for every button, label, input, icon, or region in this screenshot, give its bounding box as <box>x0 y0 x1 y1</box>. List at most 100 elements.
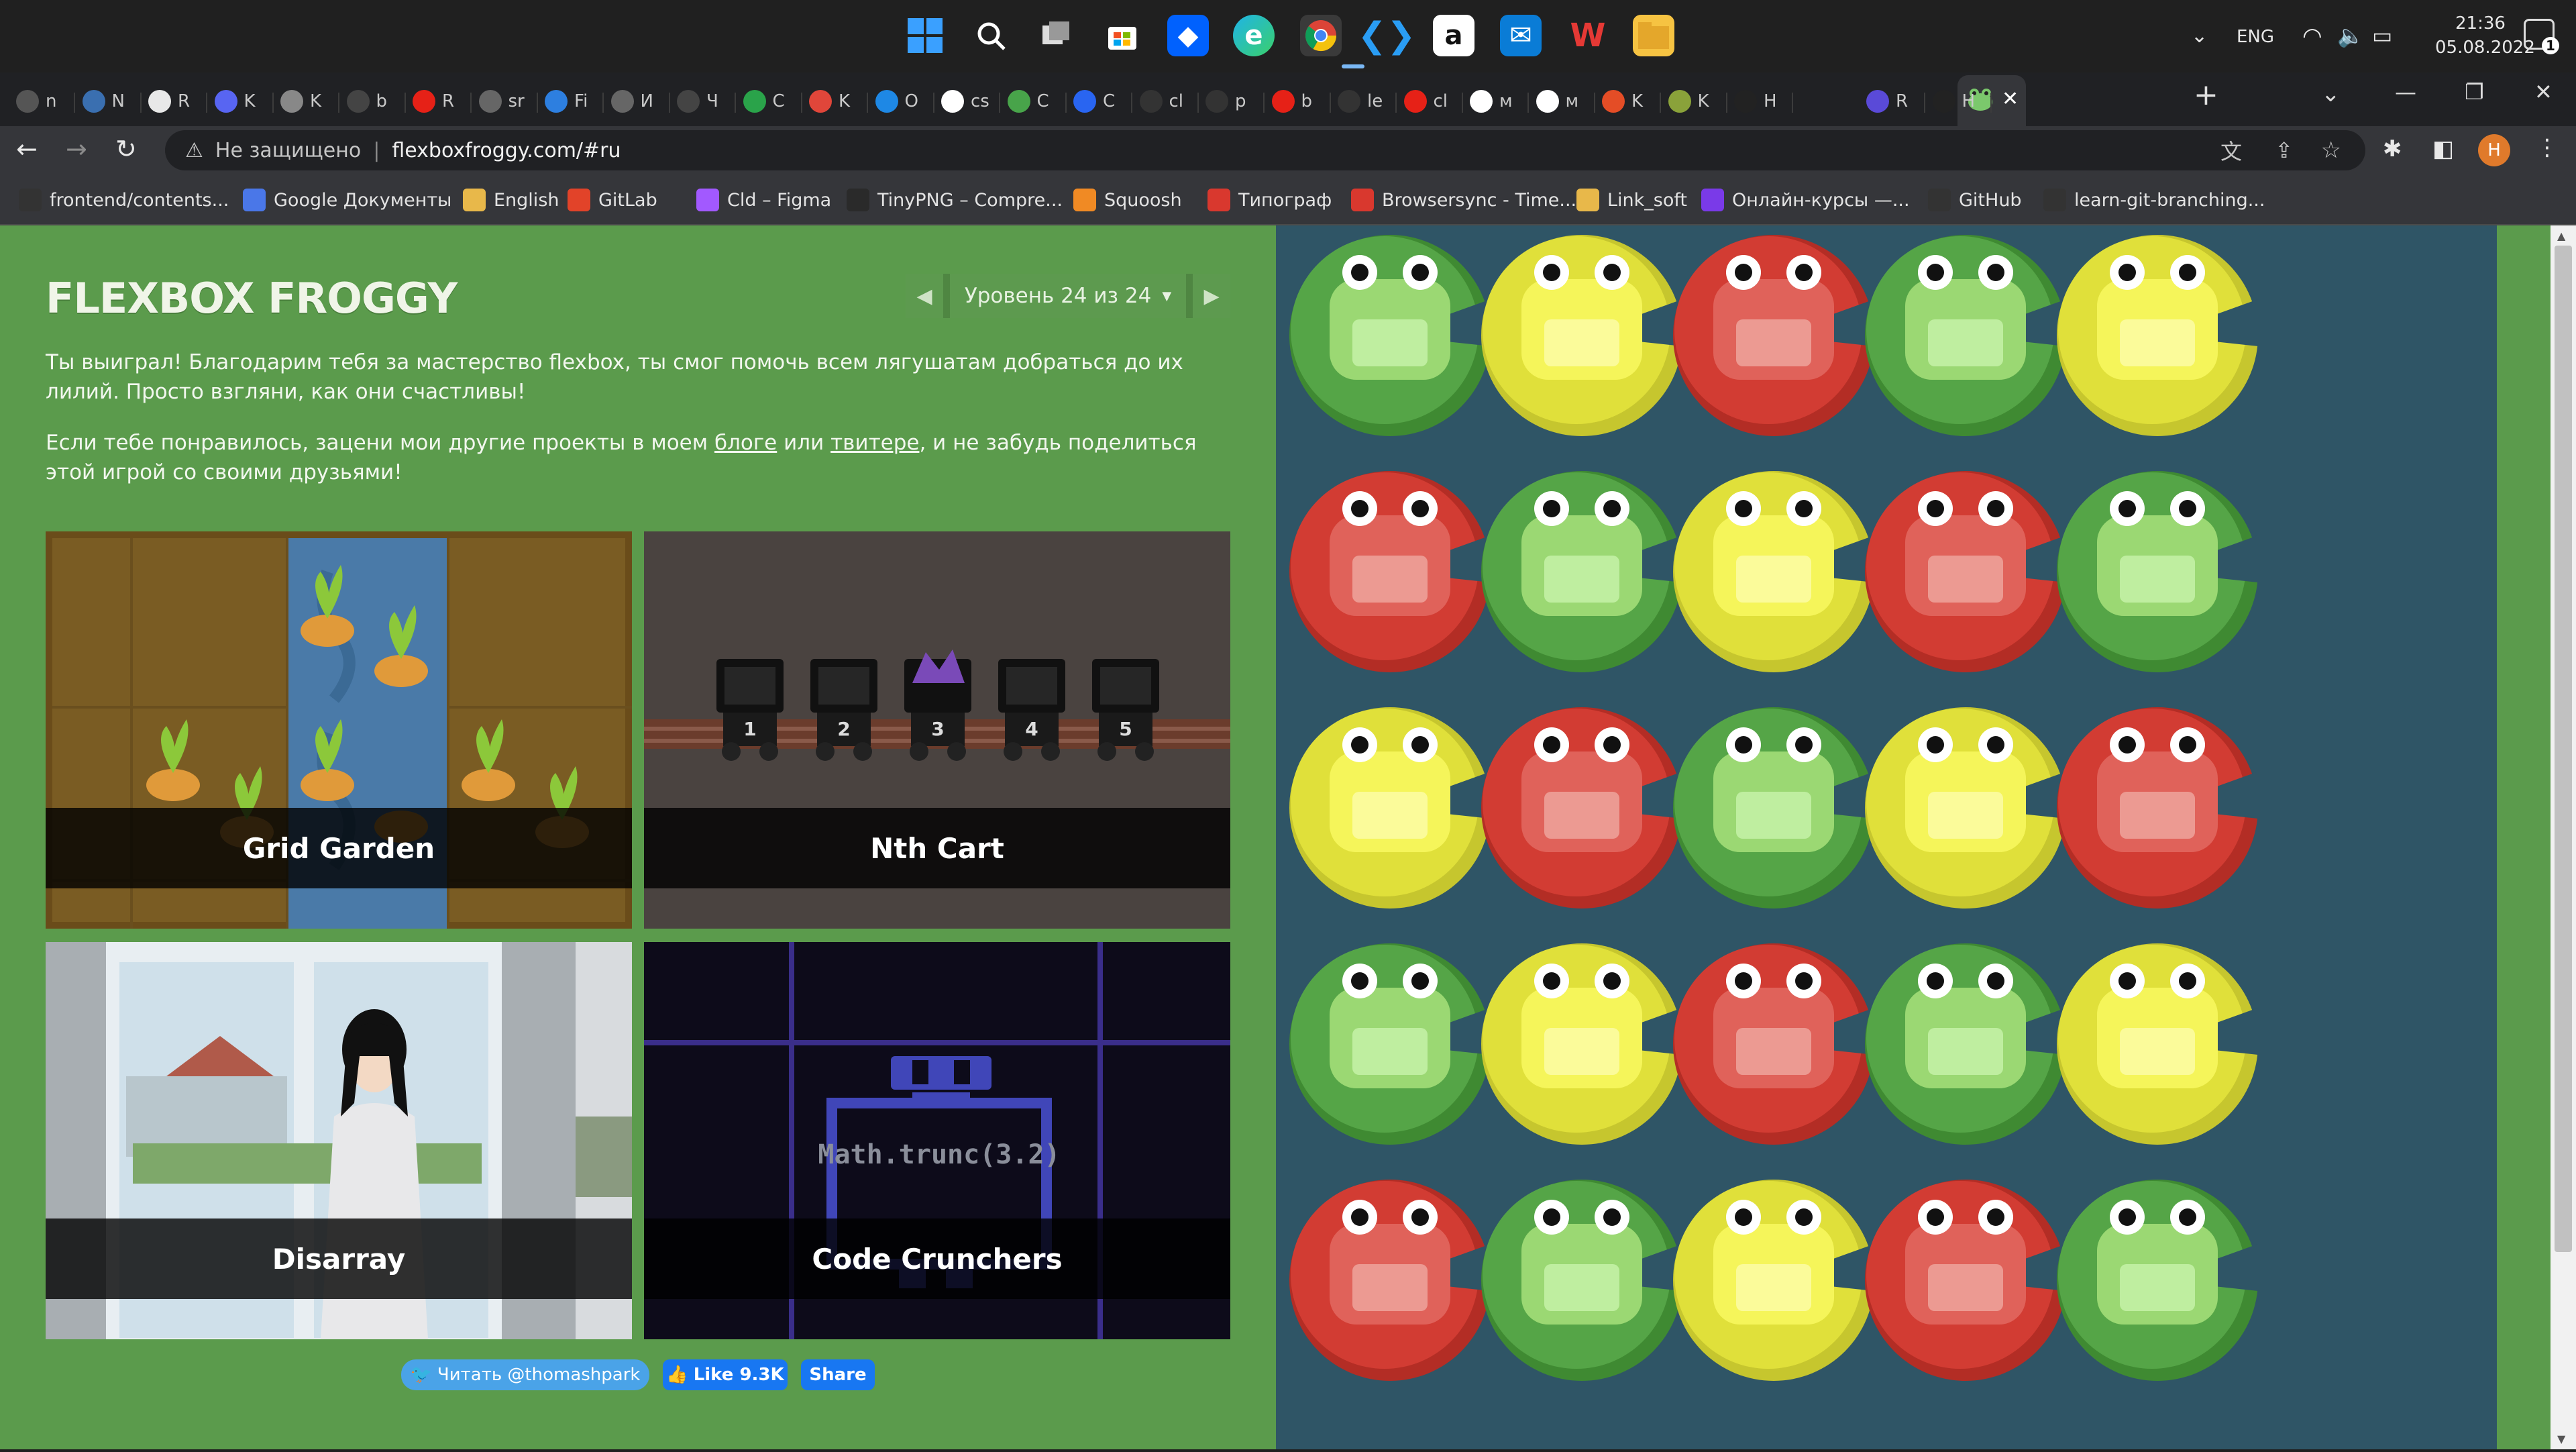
tab-26[interactable]: H <box>1734 82 1777 121</box>
tab-search-icon[interactable]: ⌄ <box>2321 81 2341 107</box>
next-level-icon[interactable]: ▶ <box>1193 274 1230 318</box>
bookmark-item[interactable]: GitHub <box>1928 185 2022 215</box>
prev-level-icon[interactable]: ◀ <box>906 274 943 318</box>
scroll-down-icon[interactable]: ▼ <box>2557 1433 2565 1445</box>
vscode-icon[interactable]: ❮❯ <box>1357 15 1415 56</box>
bookmark-item[interactable]: frontend/contents... <box>19 185 229 215</box>
tab-6[interactable]: R <box>413 82 454 121</box>
forward-icon[interactable]: → <box>66 134 87 164</box>
tab-2[interactable]: R <box>148 82 190 121</box>
reload-icon[interactable]: ↻ <box>115 134 137 164</box>
twitter-follow-button[interactable]: 🐦 Читать @thomashpark <box>401 1359 649 1390</box>
extensions-icon[interactable]: ✱ <box>2383 136 2402 162</box>
tab-13[interactable]: O <box>875 82 918 121</box>
start-icon[interactable] <box>904 15 946 56</box>
avatar[interactable]: H <box>2478 134 2510 166</box>
card-title[interactable]: Disarray <box>46 1218 632 1299</box>
bookmark-item[interactable]: Онлайн-курсы —... <box>1701 185 1910 215</box>
twitter-link[interactable]: твитере <box>830 431 919 455</box>
bookmark-item[interactable]: GitLab <box>568 185 657 215</box>
bookmark-item[interactable]: TinyPNG – Compre... <box>847 185 1063 215</box>
tab-18[interactable]: p <box>1205 82 1246 121</box>
tab-29[interactable]: H <box>1932 82 1975 121</box>
level-indicator[interactable]: Уровень 24 из 24 ▼ <box>950 274 1186 318</box>
tab-24[interactable]: K <box>1602 82 1643 121</box>
tab-7[interactable]: sr <box>478 82 525 121</box>
tab-9[interactable]: И <box>610 82 653 121</box>
back-icon[interactable]: ← <box>16 134 38 164</box>
url-text[interactable]: flexboxfroggy.com/#ru <box>392 139 621 162</box>
restore-icon[interactable]: ❐ <box>2465 79 2484 105</box>
tab-19[interactable]: b <box>1271 82 1312 121</box>
tab-25[interactable]: K <box>1668 82 1709 121</box>
page-scrollbar[interactable]: ▲ ▼ <box>2551 225 2576 1449</box>
bookmark-item[interactable]: learn-git-branching... <box>2043 185 2265 215</box>
bookmark-item[interactable]: English <box>463 185 559 215</box>
chevron-up-icon[interactable]: ⌄ <box>2191 24 2208 48</box>
tab-20[interactable]: le <box>1338 82 1383 121</box>
tab-22[interactable]: м <box>1470 82 1513 121</box>
card-disarray[interactable]: Disarray <box>46 942 632 1339</box>
bookmark-item[interactable]: Squoosh <box>1073 185 1182 215</box>
level-selector[interactable]: ◀ Уровень 24 из 24 ▼ ▶ <box>906 274 1230 318</box>
clock-time[interactable]: 21:36 <box>2455 13 2506 34</box>
wifi-icon[interactable]: ◠ <box>2302 23 2322 50</box>
volume-icon[interactable]: 🔈 <box>2337 23 2364 48</box>
facebook-like-button[interactable]: 👍 Like 9.3K <box>663 1359 788 1390</box>
tab-8[interactable]: Fi <box>545 82 588 121</box>
office-icon[interactable]: W <box>1567 15 1609 56</box>
blog-link[interactable]: блоге <box>714 431 777 455</box>
bookmark-item[interactable]: Link_soft <box>1576 185 1687 215</box>
menu-icon[interactable]: ⋮ <box>2536 134 2559 161</box>
side-panel-icon[interactable]: ◧ <box>2432 136 2454 162</box>
search-icon[interactable] <box>970 15 1012 56</box>
facebook-share-button[interactable]: Share <box>801 1359 875 1390</box>
tab-11[interactable]: C <box>743 82 785 121</box>
tab-5[interactable]: b <box>346 82 387 121</box>
store-icon[interactable] <box>1102 15 1143 56</box>
tab-12[interactable]: K <box>809 82 850 121</box>
bookmark-item[interactable]: Google Документы <box>243 185 451 215</box>
tab-10[interactable]: Ч <box>677 82 718 121</box>
mail-icon[interactable]: ✉ <box>1500 15 1542 56</box>
dropbox-icon[interactable]: ◆ <box>1167 15 1209 56</box>
card-nth-cart[interactable]: 1 2 3 4 5 Nth Cart <box>644 531 1230 929</box>
bookmark-item[interactable]: Browsersync - Time... <box>1351 185 1576 215</box>
card-code-crunchers[interactable]: Math.trunc(3.2) Code Crunchers <box>644 942 1230 1339</box>
bookmark-item[interactable]: Типограф <box>1208 185 1332 215</box>
bookmark-star-icon[interactable]: ☆ <box>2321 137 2341 164</box>
amazon-icon[interactable]: a <box>1433 15 1474 56</box>
scrollbar-thumb[interactable] <box>2555 246 2572 1252</box>
tab-1[interactable]: N <box>82 82 125 121</box>
notification-icon[interactable]: 1 <box>2524 19 2559 54</box>
minimize-icon[interactable]: — <box>2395 79 2416 105</box>
card-grid-garden[interactable]: Grid Garden <box>46 531 632 929</box>
close-window-icon[interactable]: ✕ <box>2534 79 2553 105</box>
chrome-icon[interactable] <box>1300 15 1342 56</box>
tab-3[interactable]: K <box>214 82 256 121</box>
tab-4[interactable]: K <box>280 82 321 121</box>
card-title[interactable]: Grid Garden <box>46 808 632 888</box>
tab-28[interactable]: R <box>1866 82 1908 121</box>
scroll-up-icon[interactable]: ▲ <box>2557 229 2565 242</box>
tab-21[interactable]: cl <box>1403 82 1448 121</box>
battery-icon[interactable]: ▭ <box>2372 23 2392 48</box>
card-title[interactable]: Nth Cart <box>644 808 1230 888</box>
tab-16[interactable]: C <box>1073 82 1115 121</box>
tab-14[interactable]: cs <box>941 82 989 121</box>
translate-icon[interactable]: 文 <box>2220 135 2242 166</box>
tab-23[interactable]: м <box>1536 82 1578 121</box>
share-icon[interactable]: ⇪ <box>2275 138 2293 163</box>
new-tab-button[interactable]: + <box>2194 78 2218 112</box>
tab-0[interactable]: n <box>16 82 56 121</box>
warning-icon[interactable]: ⚠ <box>185 139 203 162</box>
explorer-icon[interactable] <box>1633 15 1674 56</box>
edge-icon[interactable]: e <box>1233 15 1275 56</box>
address-bar[interactable]: ⚠ Не защищено | flexboxfroggy.com/#ru 文 … <box>165 130 2365 170</box>
bookmark-item[interactable]: Cld – Figma <box>696 185 831 215</box>
tab-17[interactable]: cl <box>1139 82 1183 121</box>
card-title[interactable]: Code Crunchers <box>644 1218 1230 1299</box>
clock-date[interactable]: 05.08.2022 <box>2435 38 2535 58</box>
tab-15[interactable]: C <box>1007 82 1049 121</box>
task-view-icon[interactable] <box>1036 15 1077 56</box>
